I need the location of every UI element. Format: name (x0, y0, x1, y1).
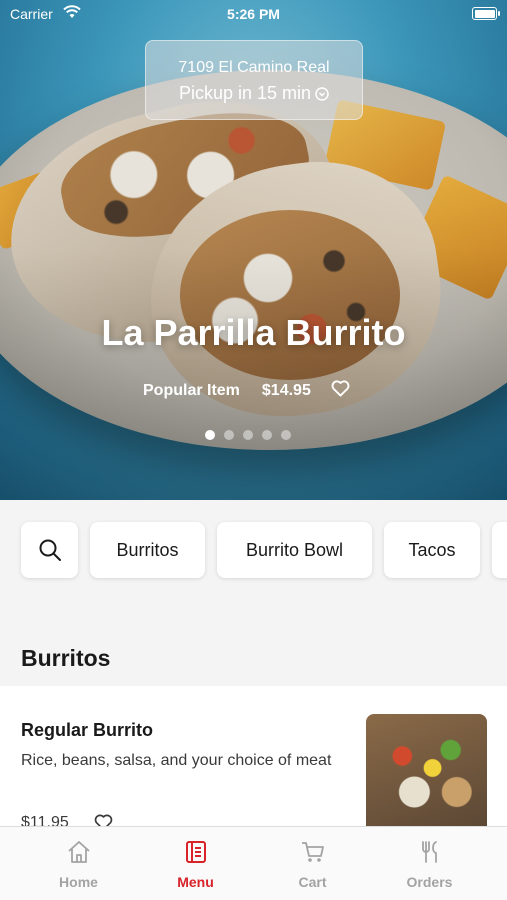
category-bar[interactable]: Burritos Burrito Bowl Tacos (0, 500, 507, 600)
tab-cart[interactable]: Cart (254, 827, 371, 900)
carousel-dot[interactable] (243, 430, 253, 440)
carousel-dot[interactable] (281, 430, 291, 440)
tab-orders-label: Orders (406, 874, 453, 890)
tab-cart-label: Cart (298, 874, 327, 890)
carousel-dot[interactable] (205, 430, 215, 440)
chevron-down-circle-icon (311, 83, 329, 103)
cart-icon (302, 842, 324, 862)
home-icon (68, 841, 90, 863)
category-tacos[interactable]: Tacos (384, 522, 480, 578)
battery-icon (472, 7, 500, 20)
pickup-time: Pickup in 15 min (146, 83, 362, 104)
carousel-dot[interactable] (224, 430, 234, 440)
search-button[interactable] (21, 522, 78, 578)
hero-tag: Popular Item (143, 382, 240, 399)
pickup-label: Pickup in 15 min (178, 83, 312, 103)
heart-icon[interactable] (331, 380, 350, 402)
status-time: 5:26 PM (227, 6, 280, 22)
category-more[interactable] (492, 522, 507, 578)
search-icon (39, 539, 61, 561)
hero-title: La Parrilla Burrito (101, 312, 406, 353)
status-bar: Carrier 5:26 PM (0, 0, 507, 28)
item-description: Rice, beans, salsa, and your choice of m… (21, 752, 332, 769)
tab-menu-label: Menu (177, 874, 214, 890)
carousel-dot[interactable] (262, 430, 272, 440)
item-image (366, 714, 487, 834)
hero-price: $14.95 (261, 382, 311, 399)
tab-bar[interactable]: Home Menu Cart Orders (0, 826, 507, 900)
tab-home-label: Home (59, 874, 98, 890)
tab-home[interactable]: Home (20, 827, 137, 900)
tab-orders[interactable]: Orders (371, 827, 488, 900)
section-title: Burritos (21, 645, 111, 671)
category-burrito-bowl[interactable]: Burrito Bowl (217, 522, 372, 578)
category-burritos[interactable]: Burritos (90, 522, 205, 578)
utensils-icon (422, 841, 437, 863)
tab-menu[interactable]: Menu (137, 827, 254, 900)
hero-meta: Popular Item $14.95 (143, 380, 350, 402)
store-address: 7109 El Camino Real (178, 59, 330, 76)
location-pickup-button[interactable]: 7109 El Camino Real Pickup in 15 min (145, 40, 363, 120)
menu-icon (186, 841, 206, 863)
carousel-dots[interactable] (205, 430, 291, 440)
item-name: Regular Burrito (21, 720, 154, 740)
hero-banner[interactable]: Carrier 5:26 PM 7109 El Camino Real Pick… (0, 0, 507, 500)
